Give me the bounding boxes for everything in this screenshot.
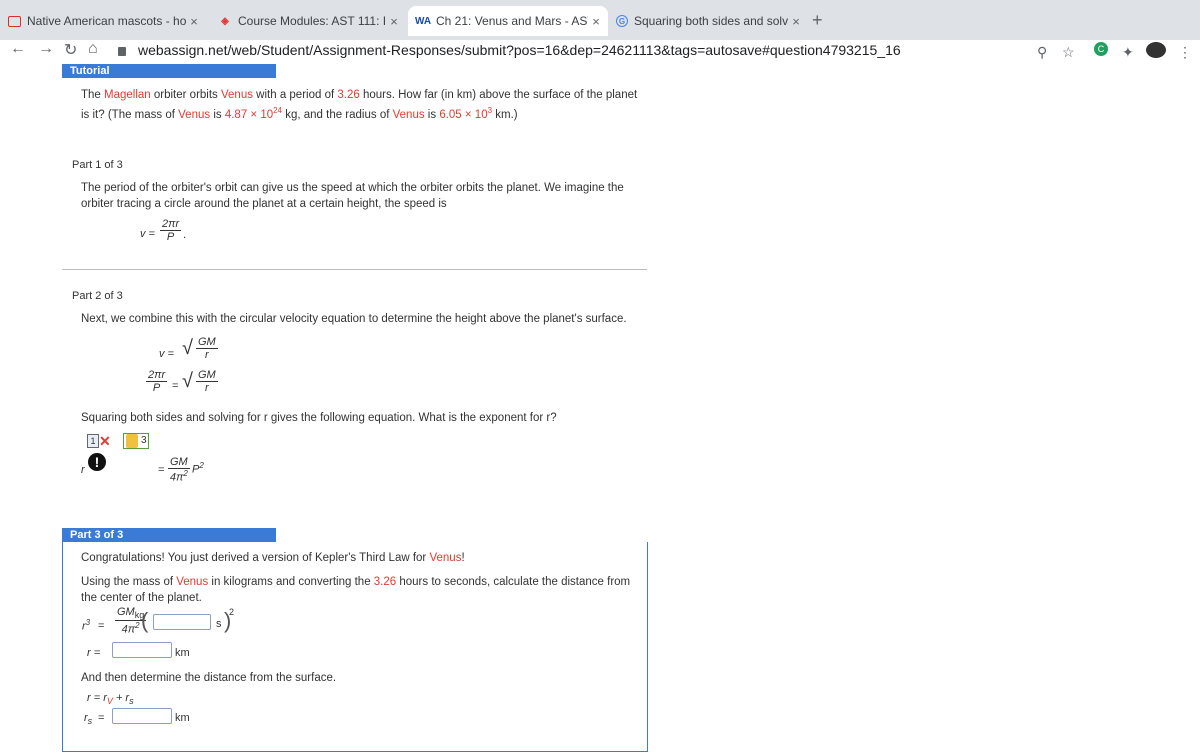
part2-equals: = bbox=[172, 380, 179, 392]
assignment-content: Tutorial The Magellan orbiter orbits Ven… bbox=[0, 60, 1200, 752]
part1-fraction: 2πr P bbox=[160, 218, 182, 243]
question-text: The Magellan orbiter orbits Venus with a… bbox=[81, 89, 638, 121]
seconds-unit: s bbox=[216, 618, 222, 630]
webassign-icon: WA bbox=[414, 15, 432, 27]
tab-ch21-venus[interactable]: WA Ch 21: Venus and Mars - AST 1 × bbox=[408, 6, 608, 36]
tab-course-modules[interactable]: ◈ Course Modules: AST 111: Intro × bbox=[210, 6, 406, 36]
profile-avatar[interactable] bbox=[1146, 42, 1166, 58]
squaring-text: Squaring both sides and solving for r gi… bbox=[81, 412, 557, 424]
sqrt-icon: √ bbox=[182, 370, 193, 392]
close-icon[interactable]: × bbox=[186, 14, 202, 29]
part3-header: Part 3 of 3 bbox=[62, 528, 276, 542]
r-variable: r bbox=[81, 464, 85, 476]
rs-label: rs bbox=[84, 712, 93, 727]
part2-rhs-sqrt-fraction: GM r bbox=[196, 369, 218, 394]
tutorial-header: Tutorial bbox=[62, 64, 276, 78]
surface-distance-input[interactable] bbox=[112, 708, 172, 724]
tab-squaring[interactable]: G Squaring both sides and solvin × bbox=[608, 6, 808, 36]
incorrect-x-icon: ✕ bbox=[99, 433, 111, 449]
sqrt-icon: √ bbox=[182, 337, 193, 359]
lock-icon bbox=[118, 46, 126, 56]
extensions-puzzle-icon[interactable]: ✦ bbox=[1122, 44, 1134, 61]
new-tab-button[interactable]: + bbox=[812, 10, 823, 31]
key-icon bbox=[126, 434, 138, 448]
google-icon: G bbox=[616, 15, 628, 27]
km-unit: km bbox=[175, 647, 190, 659]
bookmark-star-icon[interactable]: ☆ bbox=[1062, 44, 1075, 61]
home-icon[interactable]: ⌂ bbox=[88, 40, 98, 58]
period-seconds-input[interactable] bbox=[153, 614, 211, 630]
answer-key-box: 3 bbox=[123, 433, 149, 449]
forward-icon[interactable]: → bbox=[38, 40, 54, 58]
part3-instructions: Using the mass of Venus in kilograms and… bbox=[81, 576, 631, 604]
extension-icon[interactable]: C bbox=[1094, 42, 1108, 56]
part2-label: Part 2 of 3 bbox=[72, 290, 123, 302]
zoom-icon[interactable]: ⚲ bbox=[1037, 44, 1047, 61]
address-bar[interactable]: webassign.net/web/Student/Assignment-Res… bbox=[118, 42, 901, 58]
document-icon bbox=[8, 15, 21, 27]
close-icon[interactable]: × bbox=[588, 14, 604, 29]
close-icon[interactable]: × bbox=[386, 14, 402, 29]
reload-icon[interactable]: ↻ bbox=[64, 40, 77, 60]
part1-label: Part 1 of 3 bbox=[72, 159, 123, 171]
back-icon[interactable]: ← bbox=[10, 40, 26, 58]
part2-text: Next, we combine this with the circular … bbox=[81, 313, 627, 325]
r-sum-equation: r = rV + rs bbox=[87, 692, 134, 707]
part1-v-equals: v = bbox=[140, 228, 155, 240]
r-cubed: r3 bbox=[82, 618, 91, 633]
part2-lhs-fraction: 2πr P bbox=[146, 369, 168, 394]
tab-native-american[interactable]: Native American mascots - ho × bbox=[0, 6, 206, 36]
p-squared: P2 bbox=[192, 461, 204, 476]
close-icon[interactable]: × bbox=[788, 14, 804, 29]
km-unit: km bbox=[175, 712, 190, 724]
distance-center-input[interactable] bbox=[112, 642, 172, 658]
url-text: webassign.net/web/Student/Assignment-Res… bbox=[138, 42, 901, 58]
divider bbox=[62, 269, 647, 270]
then-text: And then determine the distance from the… bbox=[81, 672, 337, 684]
r-equals: r = bbox=[87, 647, 101, 659]
part2-v-equals: v = bbox=[159, 348, 174, 360]
congrats-text: Congratulations! You just derived a vers… bbox=[81, 552, 465, 564]
part2-rhs-equals: = bbox=[158, 464, 165, 476]
alert-icon[interactable]: ! bbox=[88, 453, 106, 471]
tab-strip: Native American mascots - ho × ◈ Course … bbox=[0, 0, 1200, 40]
part2-sqrt-fraction: GM r bbox=[196, 336, 218, 361]
part1-text: The period of the orbiter's orbit can gi… bbox=[81, 182, 624, 210]
submitted-answer: 1 bbox=[87, 434, 99, 448]
canvas-icon: ◈ bbox=[221, 15, 229, 27]
menu-icon[interactable]: ⋮ bbox=[1178, 44, 1192, 61]
kepler-fraction: GM 4π2 bbox=[168, 456, 190, 484]
